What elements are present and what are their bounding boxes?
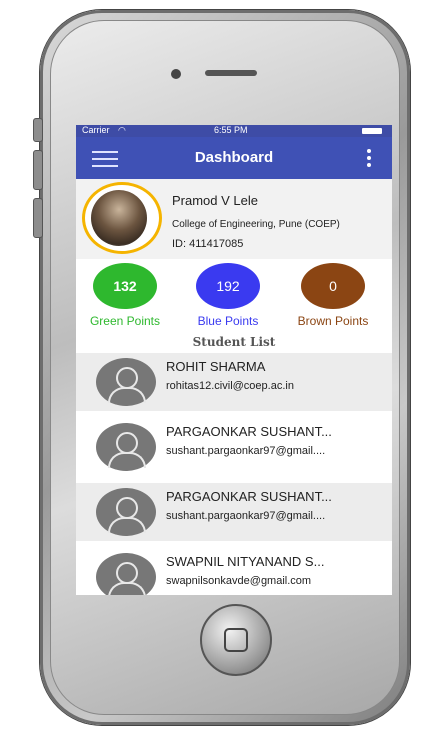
- battery-icon: [362, 128, 382, 134]
- student-email: sushant.pargaonkar97@gmail....: [166, 445, 326, 457]
- volume-up-button: [33, 150, 43, 190]
- profile-id: ID: 411417085: [172, 238, 244, 250]
- user-icon: [96, 423, 156, 471]
- earpiece-speaker: [205, 70, 257, 76]
- list-item[interactable]: SWAPNIL NITYANAND S... swapnilsonkavde@g…: [76, 548, 392, 595]
- list-item[interactable]: PARGAONKAR SUSHANT... sushant.pargaonkar…: [76, 483, 392, 541]
- profile-name: Pramod V Lele: [172, 193, 258, 208]
- carrier-label: Carrier: [82, 125, 110, 135]
- blue-points-value: 192: [196, 263, 260, 309]
- blue-points-label: Blue Points: [197, 314, 259, 328]
- app-bar: Dashboard: [76, 137, 392, 179]
- app-screen: Carrier ◠ 6:55 PM Dashboard Pramod V Lel…: [76, 125, 392, 595]
- student-name: ROHIT SHARMA: [166, 359, 266, 374]
- student-list-heading: Student List: [192, 335, 276, 349]
- user-icon: [96, 553, 156, 595]
- brown-points[interactable]: 0 Brown Points: [278, 263, 388, 328]
- brown-points-value: 0: [301, 263, 365, 309]
- green-points[interactable]: 132 Green Points: [76, 263, 180, 328]
- list-item[interactable]: PARGAONKAR SUSHANT... sushant.pargaonkar…: [76, 418, 392, 476]
- student-name: PARGAONKAR SUSHANT...: [166, 424, 332, 439]
- green-points-value: 132: [93, 263, 157, 309]
- more-vert-icon[interactable]: [366, 149, 372, 167]
- student-email: swapnilsonkavde@gmail.com: [166, 575, 312, 587]
- avatar[interactable]: [82, 182, 162, 254]
- profile-card: Pramod V Lele College of Engineering, Pu…: [76, 179, 392, 259]
- profile-college: College of Engineering, Pune (COEP): [172, 219, 340, 230]
- list-item[interactable]: ROHIT SHARMA rohitas12.civil@coep.ac.in: [76, 353, 392, 411]
- student-list: ROHIT SHARMA rohitas12.civil@coep.ac.in …: [76, 353, 392, 595]
- student-email: sushant.pargaonkar97@gmail....: [166, 510, 326, 522]
- home-square-icon: [224, 628, 248, 652]
- wifi-icon: ◠: [118, 125, 126, 135]
- blue-points[interactable]: 192 Blue Points: [173, 263, 283, 328]
- brown-points-label: Brown Points: [297, 314, 369, 328]
- page-title: Dashboard: [194, 149, 274, 166]
- front-camera: [171, 69, 181, 79]
- mute-switch: [33, 118, 43, 142]
- status-bar: Carrier ◠ 6:55 PM: [76, 125, 392, 137]
- user-icon: [96, 358, 156, 406]
- student-email: rohitas12.civil@coep.ac.in: [166, 380, 294, 392]
- user-icon: [96, 488, 156, 536]
- green-points-label: Green Points: [89, 314, 161, 328]
- home-button[interactable]: [200, 604, 272, 676]
- profile-photo: [91, 190, 147, 246]
- student-name: SWAPNIL NITYANAND S...: [166, 554, 325, 569]
- volume-down-button: [33, 198, 43, 238]
- points-summary: 132 Green Points 192 Blue Points 0 Brown…: [76, 263, 392, 333]
- status-time: 6:55 PM: [214, 125, 248, 135]
- student-name: PARGAONKAR SUSHANT...: [166, 489, 332, 504]
